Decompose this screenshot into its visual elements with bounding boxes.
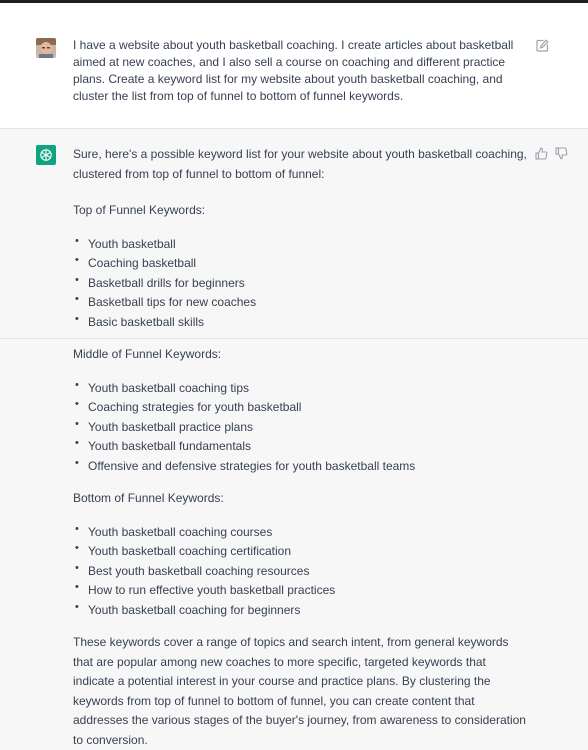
keyword-item: Youth basketball coaching courses xyxy=(73,520,528,543)
edit-icon[interactable] xyxy=(536,39,549,52)
keyword-item: Basketball tips for new coaches xyxy=(73,290,528,313)
user-message-text: I have a website about youth basketball … xyxy=(73,38,514,103)
keyword-item: Youth basketball xyxy=(73,232,528,255)
keyword-item: Basketball drills for beginners xyxy=(73,271,528,294)
assistant-message-content: Sure, here's a possible keyword list for… xyxy=(73,145,528,750)
keyword-list-bottom: Youth basketball coaching courses Youth … xyxy=(73,520,528,621)
assistant-intro: Sure, here's a possible keyword list for… xyxy=(73,147,527,181)
keyword-item: Youth basketball coaching for beginners xyxy=(73,598,528,621)
chatgpt-logo-icon xyxy=(36,145,56,165)
keyword-item: Basic basketball skills xyxy=(73,310,528,333)
section-heading-middle: Middle of Funnel Keywords: xyxy=(73,347,222,361)
keyword-item: Coaching basketball xyxy=(73,251,528,274)
keyword-item: Youth basketball fundamentals xyxy=(73,434,528,457)
section-heading-top: Top of Funnel Keywords: xyxy=(73,203,206,217)
section-heading-bottom: Bottom of Funnel Keywords: xyxy=(73,491,224,505)
keyword-item: Coaching strategies for youth basketball xyxy=(73,395,528,418)
keyword-item: Youth basketball coaching certification xyxy=(73,539,528,562)
keyword-list-middle: Youth basketball coaching tips Coaching … xyxy=(73,376,528,477)
keyword-item: Youth basketball coaching tips xyxy=(73,376,528,399)
keyword-item: Best youth basketball coaching resources xyxy=(73,559,528,582)
keyword-item: How to run effective youth basketball pr… xyxy=(73,578,528,601)
keyword-item: Offensive and defensive strategies for y… xyxy=(73,454,528,477)
assistant-message-row: Sure, here's a possible keyword list for… xyxy=(0,129,588,747)
assistant-outro: These keywords cover a range of topics a… xyxy=(73,635,526,747)
user-message-row: I have a website about youth basketball … xyxy=(0,3,588,129)
user-avatar xyxy=(36,38,56,58)
thumbs-down-icon[interactable] xyxy=(555,147,568,160)
keyword-list-top: Youth basketball Coaching basketball Bas… xyxy=(73,232,528,333)
thumbs-up-icon[interactable] xyxy=(535,147,548,160)
keyword-item: Youth basketball practice plans xyxy=(73,415,528,438)
